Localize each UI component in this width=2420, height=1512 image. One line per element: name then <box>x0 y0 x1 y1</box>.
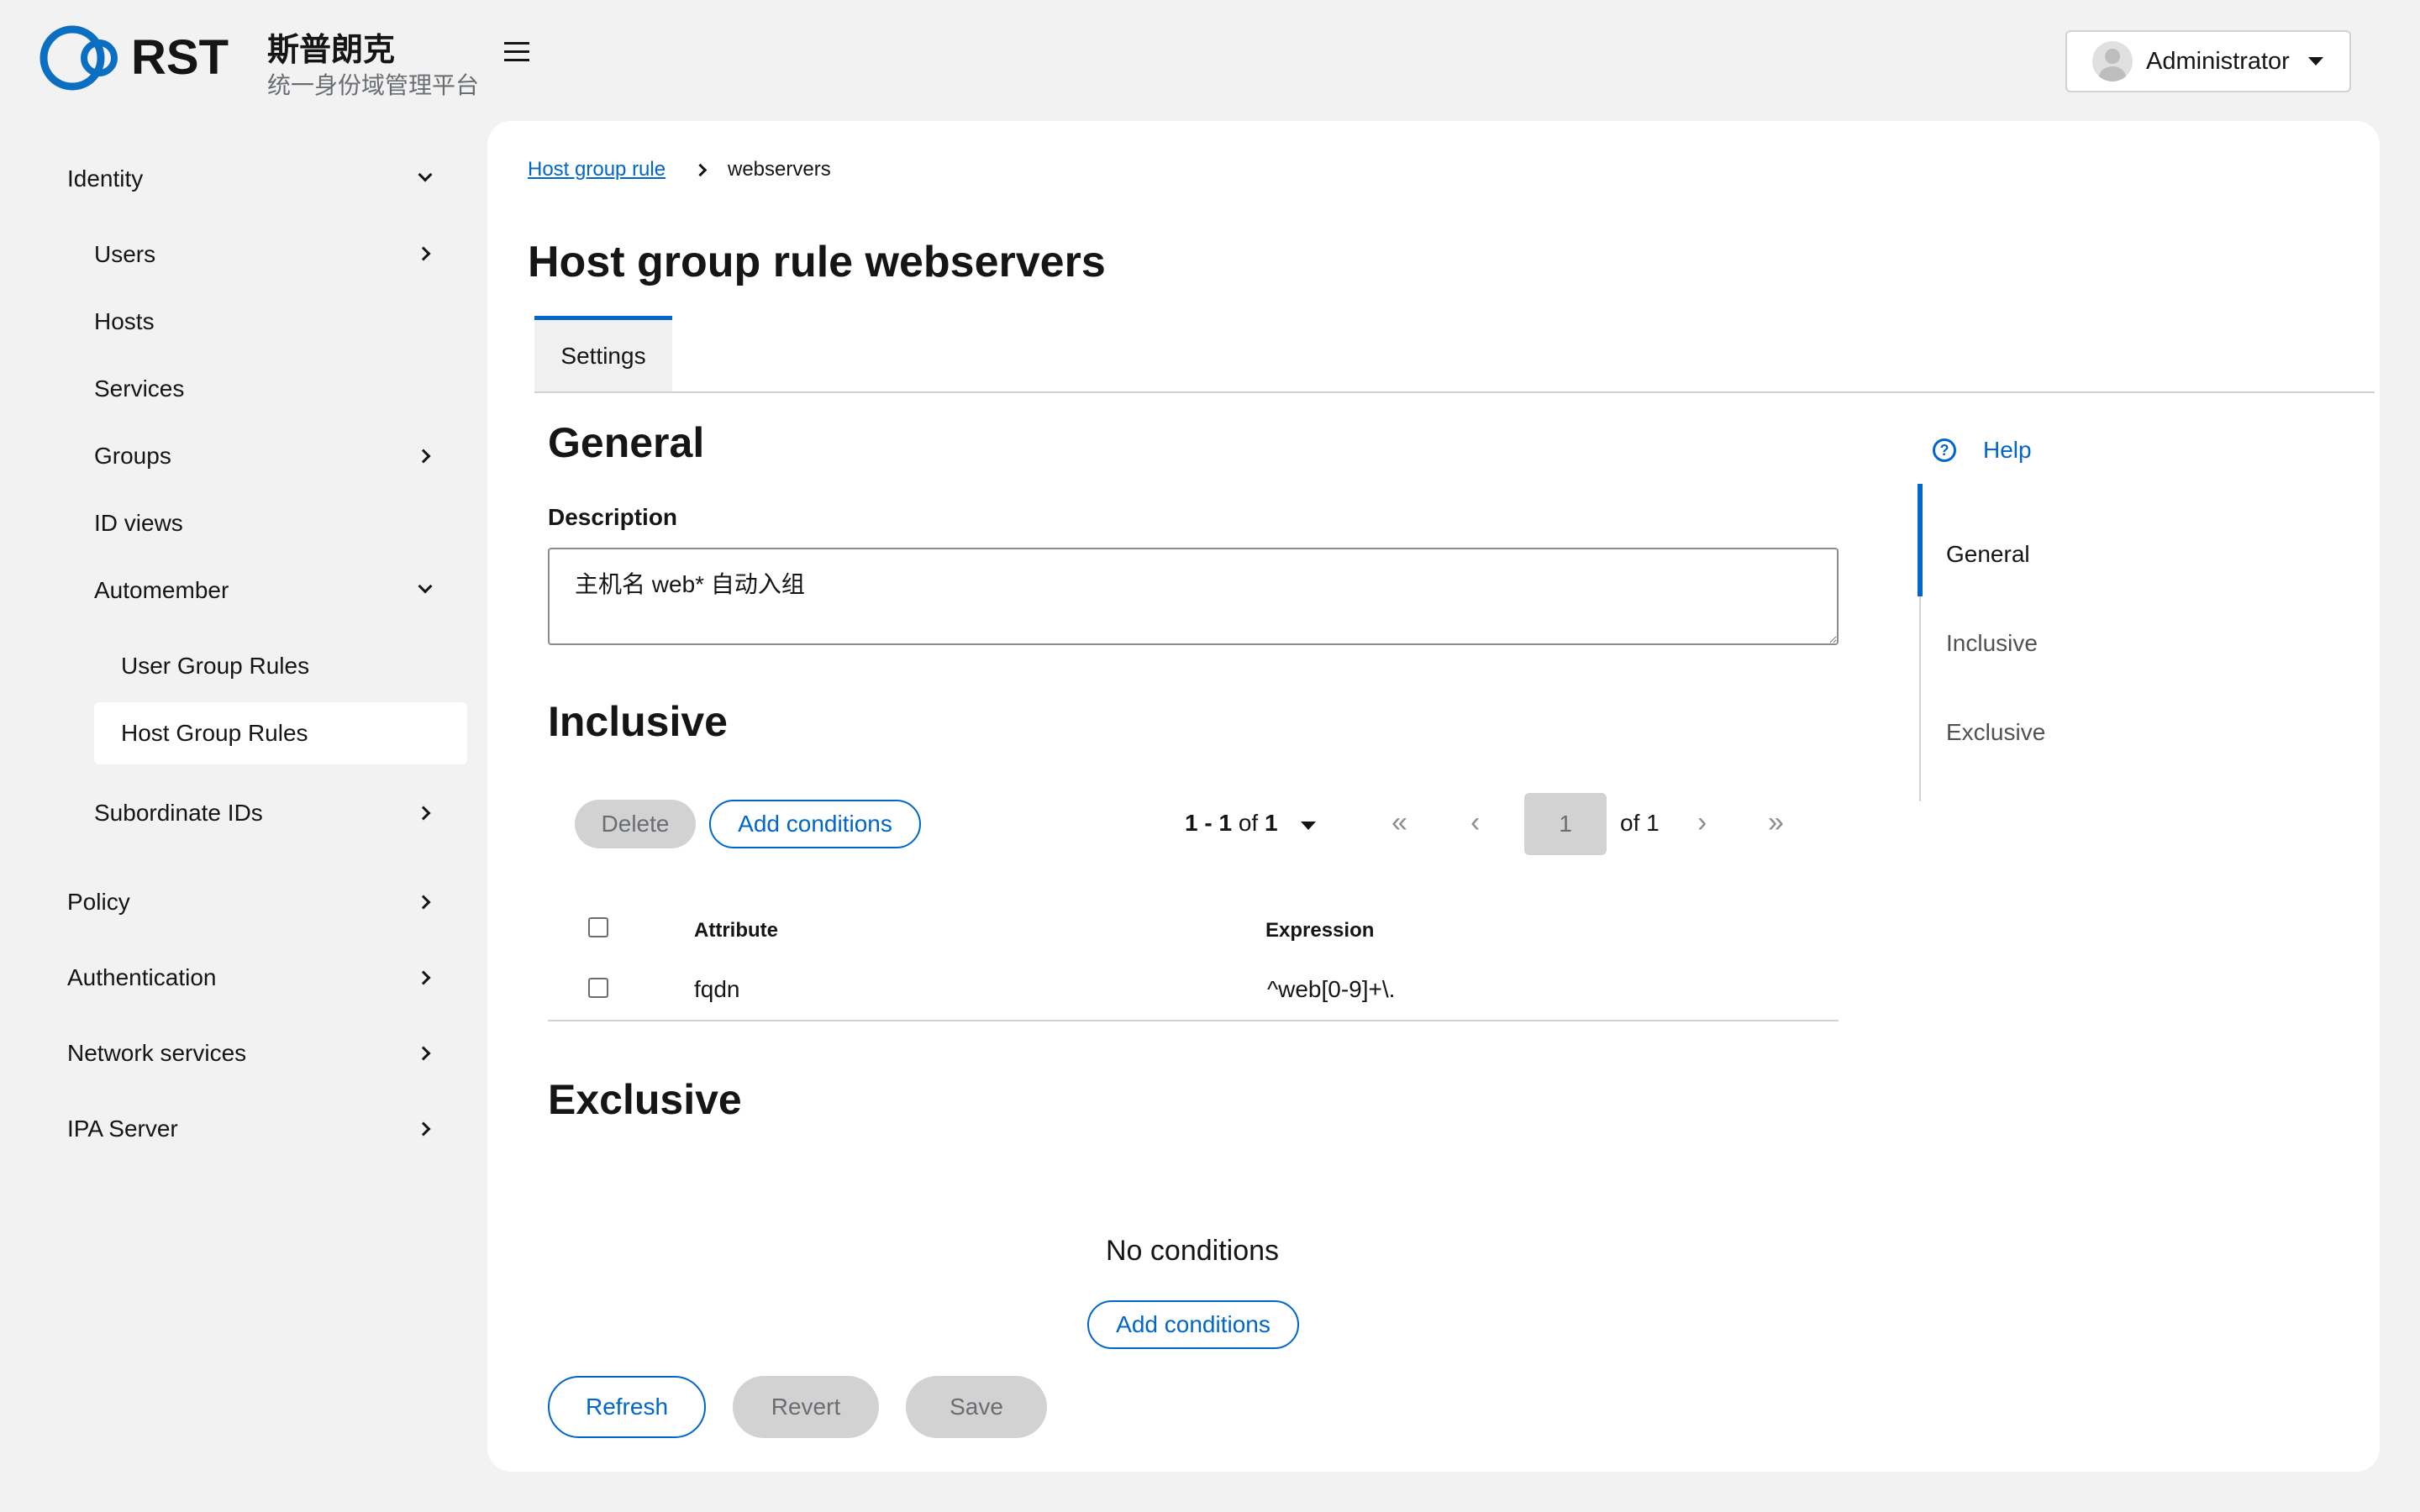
svg-text:RST: RST <box>131 30 229 85</box>
avatar <box>2092 41 2133 81</box>
sidebar-item-id-views[interactable]: ID views <box>94 510 183 537</box>
column-header-expression: Expression <box>1265 919 1375 942</box>
last-page-icon[interactable]: » <box>1768 808 1784 837</box>
delete-button[interactable]: Delete <box>575 800 696 848</box>
cell-attribute: fqdn <box>694 976 740 1002</box>
description-field[interactable]: 主机名 web* 自动入组 <box>548 548 1839 645</box>
section-title-inclusive: Inclusive <box>548 698 728 745</box>
row-checkbox[interactable] <box>588 978 608 998</box>
rst-logo: RST <box>39 25 229 91</box>
user-name: Administrator <box>2146 47 2290 75</box>
chevron-right-icon <box>416 449 431 464</box>
sidebar-item-identity[interactable]: Identity <box>67 165 143 192</box>
caret-down-icon[interactable] <box>1301 822 1316 830</box>
tab-divider <box>534 391 2375 393</box>
caret-down-icon <box>2307 57 2323 66</box>
sidebar-item-groups[interactable]: Groups <box>94 443 171 470</box>
column-header-attribute: Attribute <box>694 919 778 942</box>
chevron-right-icon <box>416 970 431 985</box>
brand-subtitle: 统一身份域管理平台 <box>267 72 480 98</box>
save-button[interactable]: Save <box>906 1376 1047 1438</box>
sidebar-item-authentication[interactable]: Authentication <box>67 964 216 991</box>
page-of-total: of 1 <box>1620 810 1660 836</box>
pagination-range: 1 - 1 <box>1185 810 1233 836</box>
sidebar-item-host-group-rules[interactable]: Host Group Rules <box>121 720 308 747</box>
revert-button[interactable]: Revert <box>733 1376 879 1438</box>
sidebar-item-subordinate-ids[interactable]: Subordinate IDs <box>94 800 263 827</box>
section-title-exclusive: Exclusive <box>548 1076 742 1123</box>
hamburger-menu-icon[interactable] <box>504 42 529 64</box>
tab-settings[interactable]: Settings <box>534 316 672 391</box>
chevron-right-icon <box>416 1046 431 1061</box>
previous-page-icon[interactable]: ‹ <box>1470 808 1480 837</box>
pagination-count[interactable]: 1 - 1 of 1 <box>1185 810 1278 837</box>
chevron-right-icon <box>416 806 431 821</box>
sidebar-item-services[interactable]: Services <box>94 375 184 402</box>
chevron-down-icon <box>418 167 433 182</box>
sidebar-item-user-group-rules[interactable]: User Group Rules <box>121 653 309 680</box>
refresh-button[interactable]: Refresh <box>548 1376 706 1438</box>
chevron-right-icon <box>416 1121 431 1137</box>
add-conditions-button-exclusive[interactable]: Add conditions <box>1087 1300 1299 1349</box>
chevron-down-icon <box>418 579 433 594</box>
sidebar-item-automember[interactable]: Automember <box>94 577 229 604</box>
sidebar-item-policy[interactable]: Policy <box>67 889 130 916</box>
help-icon[interactable]: ? <box>1933 438 1956 462</box>
breadcrumb-parent-link[interactable]: Host group rule <box>528 158 666 181</box>
breadcrumb-current: webservers <box>728 158 831 181</box>
help-link[interactable]: Help <box>1983 437 2032 464</box>
next-page-icon[interactable]: › <box>1697 808 1707 837</box>
page-number-input[interactable]: 1 <box>1524 793 1607 855</box>
jump-link-inclusive[interactable]: Inclusive <box>1946 630 2038 657</box>
section-title-general: General <box>548 419 705 466</box>
select-all-checkbox[interactable] <box>588 917 608 937</box>
empty-state-text: No conditions <box>1106 1235 1280 1267</box>
main-card <box>487 121 2380 1472</box>
jump-links-active-indicator <box>1918 484 1923 596</box>
brand-name: 斯普朗克 <box>267 33 396 68</box>
jump-link-general[interactable]: General <box>1946 541 2030 568</box>
table-row-divider <box>548 1020 1839 1021</box>
chevron-right-icon <box>416 895 431 910</box>
cell-expression: ^web[0-9]+\. <box>1267 976 1396 1002</box>
page-title: Host group rule webservers <box>528 238 1106 286</box>
add-conditions-button[interactable]: Add conditions <box>709 800 921 848</box>
user-menu-dropdown[interactable]: Administrator <box>2065 30 2351 92</box>
description-label: Description <box>548 504 678 530</box>
chevron-right-icon <box>416 246 431 261</box>
jump-link-exclusive[interactable]: Exclusive <box>1946 719 2045 746</box>
first-page-icon[interactable]: « <box>1392 808 1407 837</box>
sidebar-item-ipa-server[interactable]: IPA Server <box>67 1116 178 1142</box>
sidebar-item-network-services[interactable]: Network services <box>67 1040 246 1067</box>
sidebar-item-hosts[interactable]: Hosts <box>94 308 155 335</box>
sidebar-item-users[interactable]: Users <box>94 241 155 268</box>
pagination-total: 1 <box>1264 810 1278 836</box>
pagination-of: of <box>1238 810 1259 836</box>
